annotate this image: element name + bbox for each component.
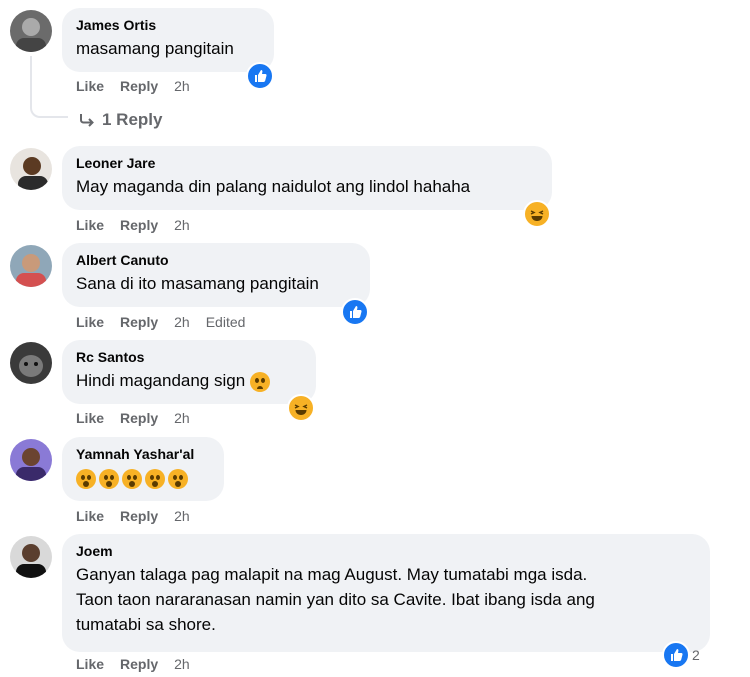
comment-actions: Like Reply 2h xyxy=(76,508,190,524)
reply-link[interactable]: Reply xyxy=(120,217,158,233)
comment-text: masamang pangitain xyxy=(76,39,234,58)
wow-emoji-icon xyxy=(168,468,188,489)
worried-emoji-icon xyxy=(249,371,270,392)
thread-line xyxy=(30,56,68,118)
comment-actions: Like Reply 2h xyxy=(76,656,190,672)
timestamp[interactable]: 2h xyxy=(174,314,190,330)
comment-text: May maganda din palang naidulot ang lind… xyxy=(76,177,471,196)
comment-text-value: Hindi magandang sign xyxy=(76,371,246,390)
wow-emoji-icon xyxy=(76,468,96,489)
avatar-image xyxy=(18,157,48,190)
view-replies-link[interactable]: 1 Reply xyxy=(78,110,162,130)
like-link[interactable]: Like xyxy=(76,78,104,94)
comment-actions: Like Reply 2h xyxy=(76,217,190,233)
comment-bubble: James Ortis masamang pangitain xyxy=(62,8,274,72)
comment-author[interactable]: Leoner Jare xyxy=(76,154,538,172)
like-link[interactable]: Like xyxy=(76,656,104,672)
comment-bubble: Joem Ganyan talaga pag malapit na mag Au… xyxy=(62,534,710,652)
comment-emojis xyxy=(76,465,210,490)
like-reaction-icon[interactable] xyxy=(246,62,274,90)
comment-actions: Like Reply 2h xyxy=(76,78,190,94)
like-reaction-icon[interactable] xyxy=(662,641,690,669)
avatar[interactable] xyxy=(10,342,52,384)
avatar-image xyxy=(16,254,46,287)
timestamp[interactable]: 2h xyxy=(174,217,190,233)
timestamp[interactable]: 2h xyxy=(174,78,190,94)
haha-reaction-icon[interactable] xyxy=(523,200,551,228)
wow-emoji-icon xyxy=(122,468,142,489)
avatar-image xyxy=(19,355,43,377)
like-link[interactable]: Like xyxy=(76,217,104,233)
timestamp[interactable]: 2h xyxy=(174,410,190,426)
comment-text: Sana di ito masamang pangitain xyxy=(76,274,319,293)
comment-author[interactable]: Yamnah Yashar'al xyxy=(76,445,210,463)
like-link[interactable]: Like xyxy=(76,410,104,426)
avatar[interactable] xyxy=(10,536,52,578)
reply-count-label: 1 Reply xyxy=(102,110,163,129)
like-reaction-icon[interactable] xyxy=(341,298,369,326)
avatar-image xyxy=(16,18,46,52)
comment-bubble: Rc Santos Hindi magandang sign xyxy=(62,340,316,404)
timestamp[interactable]: 2h xyxy=(174,508,190,524)
comment-bubble: Yamnah Yashar'al xyxy=(62,437,224,501)
reply-arrow-icon xyxy=(80,114,94,127)
comment-actions: Like Reply 2h Edited xyxy=(76,314,245,330)
comment-author[interactable]: James Ortis xyxy=(76,16,260,34)
wow-emoji-icon xyxy=(99,468,119,489)
haha-reaction-icon[interactable] xyxy=(287,394,315,422)
comment-actions: Like Reply 2h xyxy=(76,410,190,426)
comment-text: Hindi magandang sign xyxy=(76,368,302,393)
avatar[interactable] xyxy=(10,10,52,52)
reaction-count[interactable]: 2 xyxy=(692,647,700,663)
reply-link[interactable]: Reply xyxy=(120,656,158,672)
like-link[interactable]: Like xyxy=(76,508,104,524)
comment-author[interactable]: Rc Santos xyxy=(76,348,302,366)
avatar-image xyxy=(16,448,46,481)
comment-author[interactable]: Albert Canuto xyxy=(76,251,356,269)
avatar[interactable] xyxy=(10,439,52,481)
comment-text: Ganyan talaga pag malapit na mag August.… xyxy=(76,565,595,634)
reply-link[interactable]: Reply xyxy=(120,410,158,426)
comment-bubble: Leoner Jare May maganda din palang naidu… xyxy=(62,146,552,210)
reply-link[interactable]: Reply xyxy=(120,508,158,524)
avatar[interactable] xyxy=(10,148,52,190)
edited-label[interactable]: Edited xyxy=(206,314,246,330)
wow-emoji-icon xyxy=(145,468,165,489)
like-link[interactable]: Like xyxy=(76,314,104,330)
comment-bubble: Albert Canuto Sana di ito masamang pangi… xyxy=(62,243,370,307)
reply-link[interactable]: Reply xyxy=(120,314,158,330)
timestamp[interactable]: 2h xyxy=(174,656,190,672)
reply-link[interactable]: Reply xyxy=(120,78,158,94)
avatar[interactable] xyxy=(10,245,52,287)
comment-author[interactable]: Joem xyxy=(76,542,696,560)
avatar-image xyxy=(16,544,46,578)
